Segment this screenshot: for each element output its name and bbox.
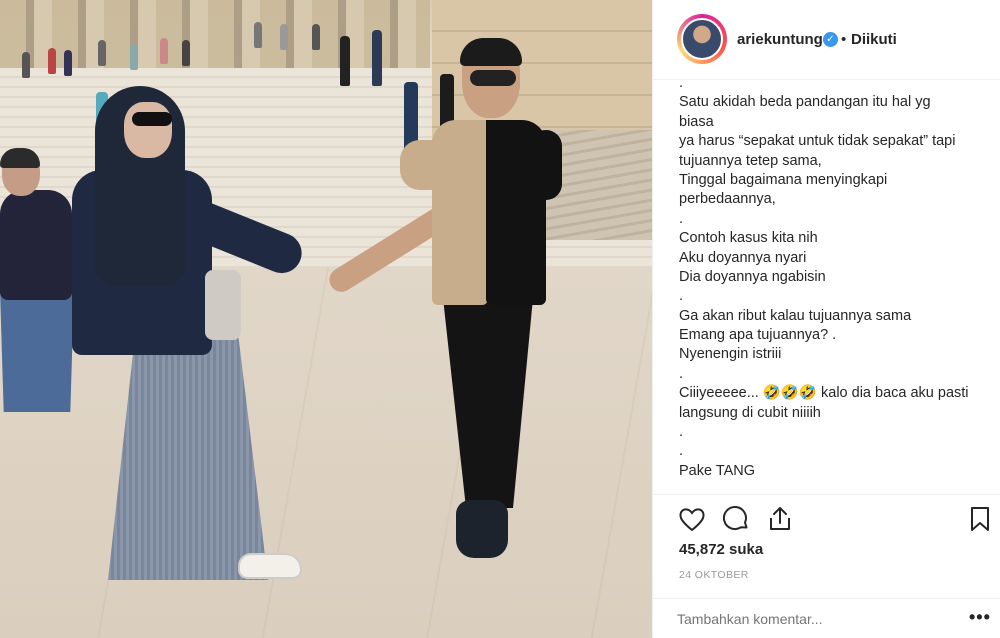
share-icon[interactable]	[765, 504, 795, 534]
header-separator: •	[841, 31, 847, 48]
photo-bystander	[340, 36, 350, 86]
caption-line: Nyenengin istriii	[679, 346, 782, 363]
photo-bystander	[130, 44, 138, 70]
photo-man-sleeve	[400, 140, 450, 190]
caption-line: .	[679, 210, 684, 227]
post-sidebar: ariekuntung ✓ • Diikuti . Satu akidah bed…	[652, 0, 1000, 638]
photo-woman-sunglasses	[132, 112, 172, 126]
photo-person-left-jeans	[0, 290, 74, 412]
post-header: ariekuntung ✓ • Diikuti	[653, 0, 1000, 80]
caption-line: .	[679, 365, 684, 382]
caption-line: .	[679, 288, 684, 305]
caption-line: .	[679, 443, 684, 460]
photo-bystander	[64, 50, 72, 76]
comment-input[interactable]	[677, 611, 937, 627]
caption-line: Contoh kasus kita nih	[679, 230, 818, 247]
caption-line: Dia doyannya ngabisin	[679, 268, 826, 285]
photo-bystander	[280, 24, 288, 50]
photo-woman-bag	[205, 270, 241, 340]
caption-line: Aku doyannya nyari	[679, 249, 807, 266]
action-bar	[653, 494, 1000, 540]
caption-line: perbedaannya,	[679, 191, 776, 208]
caption-line: Ciiiyeeeee... 🤣🤣🤣 kalo dia baca aku past…	[679, 385, 969, 402]
post-caption: . Satu akidah beda pandangan itu hal yg bi…	[679, 74, 981, 494]
photo-bystander	[48, 48, 56, 74]
comment-icon[interactable]	[721, 504, 751, 534]
photo-man-shoe	[456, 500, 508, 558]
photo-man-hair	[460, 38, 522, 66]
photo-bystander	[160, 38, 168, 64]
photo-bystander	[182, 40, 190, 66]
verified-badge-icon: ✓	[823, 32, 838, 47]
photo-bystander	[98, 40, 106, 66]
follow-status-button[interactable]: Diikuti	[851, 31, 897, 48]
caption-line: biasa	[679, 113, 714, 130]
caption-line: Emang apa tujuannya? .	[679, 327, 837, 344]
caption-line: ya harus “sepakat untuk tidak sepakat” t…	[679, 133, 956, 150]
caption-line: Pake TANG	[679, 462, 756, 479]
photo-bystander	[312, 24, 320, 50]
bookmark-icon[interactable]	[965, 504, 995, 534]
username-link[interactable]: ariekuntung	[737, 31, 823, 48]
caption-line: Satu akidah beda pandangan itu hal yg	[679, 94, 931, 111]
like-count[interactable]: 45,872 suka	[679, 541, 763, 558]
caption-line: langsung di cubit niiiih	[679, 404, 821, 421]
photo-woman-face	[124, 102, 172, 158]
avatar[interactable]	[681, 18, 723, 60]
photo-person-left	[0, 190, 72, 300]
post-photo[interactable]	[0, 0, 652, 638]
caption-line: .	[679, 424, 684, 441]
photo-woman-shoe	[238, 553, 302, 579]
caption-line: Ga akan ribut kalau tujuannya sama	[679, 307, 912, 324]
photo-man-sleeve	[530, 130, 562, 200]
caption-line: tujuannya tetep sama,	[679, 152, 822, 169]
more-options-icon[interactable]: •••	[969, 607, 991, 628]
photo-bystander	[254, 22, 262, 48]
photo-bystander	[372, 30, 382, 86]
photo-bystander	[22, 52, 30, 78]
heart-icon[interactable]	[677, 504, 707, 534]
caption-line: .	[679, 75, 684, 91]
photo-person-left-hair	[0, 148, 40, 168]
comment-bar: •••	[653, 598, 1000, 638]
photo-man-sunglasses	[470, 70, 516, 86]
post-date[interactable]: 24 OKTOBER	[679, 569, 749, 581]
caption-line: Tinggal bagaimana menyingkapi	[679, 171, 888, 188]
